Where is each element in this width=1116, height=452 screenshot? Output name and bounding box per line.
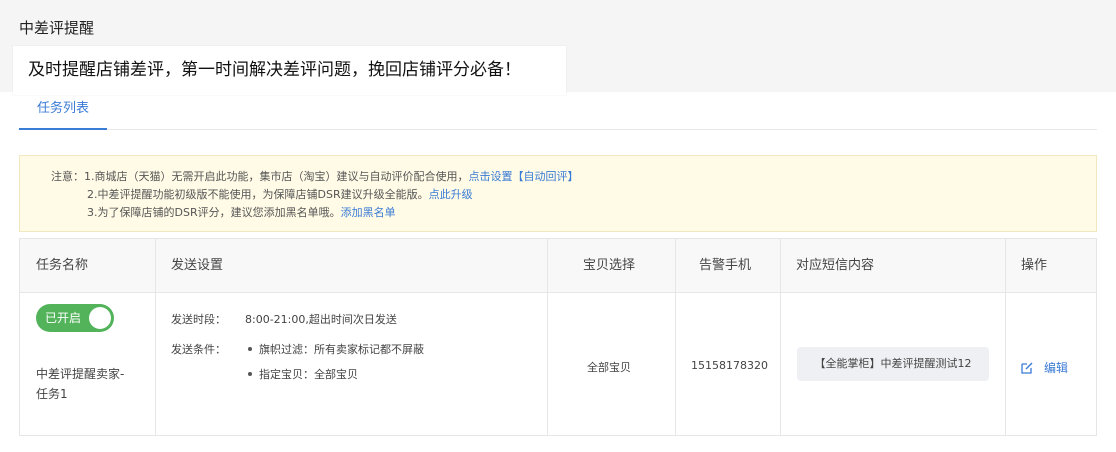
page-title: 中差评提醒 [19,19,95,37]
column-divider [780,239,781,435]
column-divider [675,239,676,435]
notice-text-2: 2.中差评提醒功能初级版不能使用，为保障店铺DSR建议升级全能版。 [87,188,429,201]
column-divider [1005,239,1006,435]
send-condition-label: 发送条件： [171,343,226,356]
tab-bar: 任务列表 [19,92,1097,130]
notice-box: 注意：1.商城店（天猫）无需开启此功能，集市店（淘宝）建议与自动评价配合使用，点… [19,155,1097,232]
edit-icon [1021,362,1033,374]
task-table: 任务名称 发送设置 宝贝选择 告警手机 对应短信内容 操作 已开启 中差评提醒卖… [19,238,1097,436]
feature-banner: 及时提醒店铺差评，第一时间解决差评问题，挽回店铺评分必备！ [13,46,566,95]
banner-text: 及时提醒店铺差评，第一时间解决差评问题，挽回店铺评分必备！ [28,60,521,80]
header-send-settings: 发送设置 [171,258,224,273]
tab-task-list[interactable]: 任务列表 [19,92,107,130]
blacklist-link[interactable]: 添加黑名单 [341,206,396,219]
header-task-name: 任务名称 [36,258,89,273]
bullet-icon [248,347,252,351]
notice-prefix: 注意： [51,170,84,183]
sms-content-badge: 【全能掌柜】中差评提醒测试12 [797,347,989,381]
notice-line-2: 2.中差评提醒功能初级版不能使用，为保障店铺DSR建议升级全能版。点此升级 [87,186,473,204]
header-sms-content: 对应短信内容 [796,258,875,273]
column-divider [155,239,156,435]
notice-line-3: 3.为了保障店铺的DSR评分，建议您添加黑名单哦。添加黑名单 [87,204,396,222]
products-value: 全部宝贝 [587,361,631,374]
task-enabled-toggle[interactable]: 已开启 [36,304,114,332]
bullet-icon [248,372,252,376]
page: 中差评提醒 任务列表 注意：1.商城店（天猫）无需开启此功能，集市店（淘宝）建议… [0,0,1116,452]
notice-line-1: 注意：1.商城店（天猫）无需开启此功能，集市店（淘宝）建议与自动评价配合使用，点… [51,168,579,186]
notice-text-3: 3.为了保障店铺的DSR评分，建议您添加黑名单哦。 [87,206,341,219]
column-divider [547,239,548,435]
task-name-line-1: 中差评提醒卖家- [36,367,125,381]
task-name-line-2: 任务1 [36,387,68,401]
condition-products: 指定宝贝：全部宝贝 [259,368,358,381]
header-alert-phone: 告警手机 [699,258,752,273]
condition-flag-filter: 旗帜过滤：所有卖家标记都不屏蔽 [259,343,424,356]
alert-phone-value: 15158178320 [691,359,768,372]
toggle-label: 已开启 [45,311,82,325]
toggle-knob [89,307,111,329]
edit-label: 编辑 [1044,361,1069,375]
send-time-label: 发送时段： [171,313,226,326]
auto-reply-link[interactable]: 点击设置【自动回评】 [469,170,579,183]
header-actions: 操作 [1021,258,1048,273]
upgrade-link[interactable]: 点此升级 [429,188,473,201]
header-product-select: 宝贝选择 [583,258,636,273]
table-header: 任务名称 发送设置 宝贝选择 告警手机 对应短信内容 操作 [20,239,1096,293]
send-time-value: 8:00-21:00,超出时间次日发送 [245,313,397,326]
notice-text-1: 1.商城店（天猫）无需开启此功能，集市店（淘宝）建议与自动评价配合使用， [84,170,469,183]
